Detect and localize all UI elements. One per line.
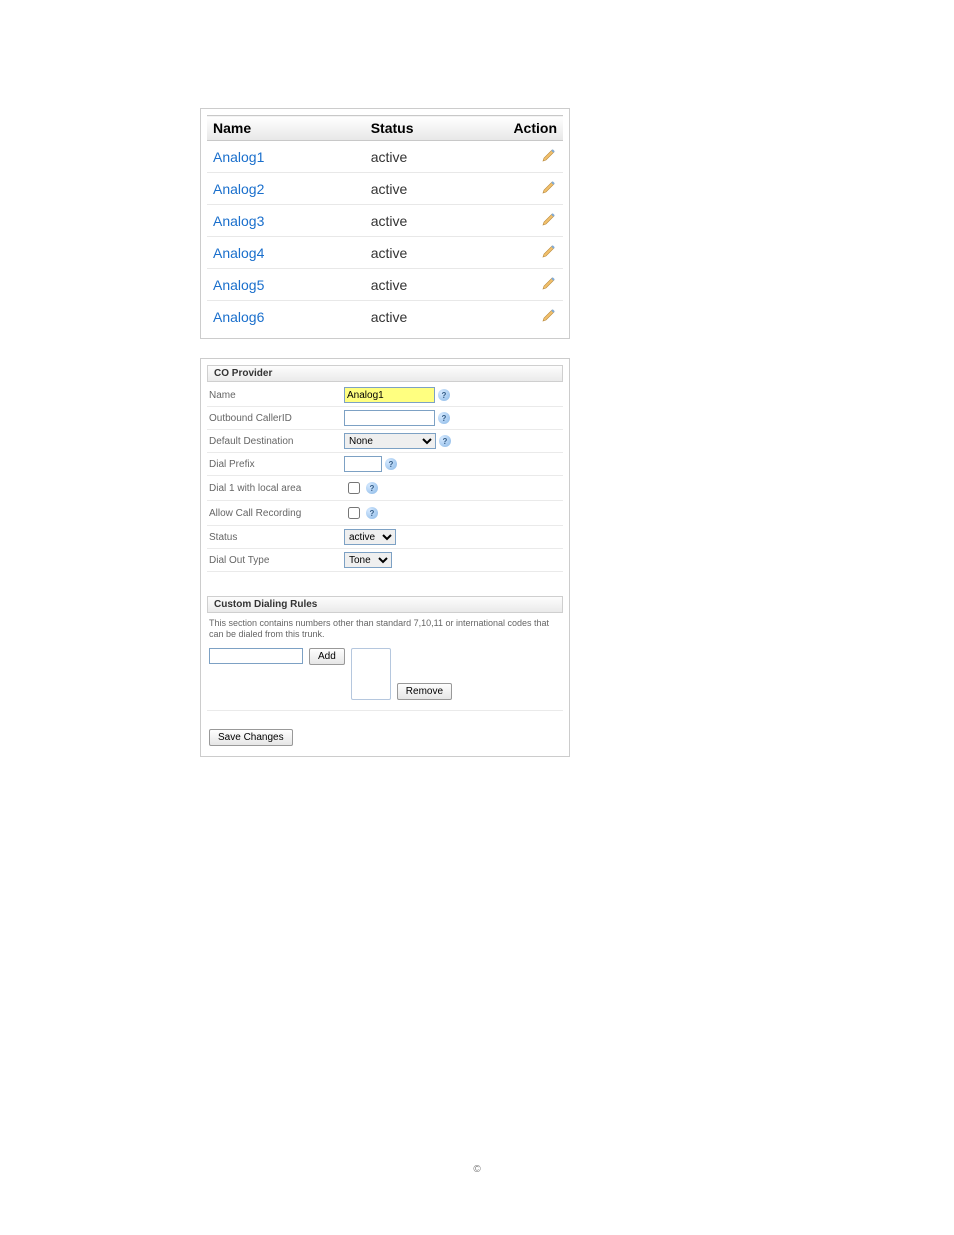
co-provider-header: CO Provider	[207, 365, 563, 382]
edit-icon[interactable]	[541, 243, 557, 259]
col-action: Action	[501, 116, 563, 141]
table-row: Analog2 active	[207, 173, 563, 205]
provider-status: active	[365, 173, 501, 205]
provider-status: active	[365, 141, 501, 173]
footer-copyright: ©	[0, 1164, 954, 1175]
co-provider-panel: CO Provider Name ? Outbound CallerID ? D…	[200, 358, 570, 757]
dial-prefix-input[interactable]	[344, 456, 382, 472]
label-name: Name	[207, 390, 344, 401]
label-dial1: Dial 1 with local area	[207, 483, 344, 494]
edit-icon[interactable]	[541, 275, 557, 291]
add-button[interactable]: Add	[309, 648, 345, 665]
row-status: Status active	[207, 526, 563, 549]
outbound-input[interactable]	[344, 410, 435, 426]
table-row: Analog3 active	[207, 205, 563, 237]
label-dialout: Dial Out Type	[207, 555, 344, 566]
table-row: Analog4 active	[207, 237, 563, 269]
row-dial1: Dial 1 with local area ?	[207, 476, 563, 501]
provider-status: active	[365, 237, 501, 269]
dialing-rules-section: Custom Dialing Rules This section contai…	[207, 596, 563, 711]
help-icon[interactable]: ?	[438, 389, 450, 401]
help-icon[interactable]: ?	[385, 458, 397, 470]
provider-status: active	[365, 301, 501, 333]
label-default-dest: Default Destination	[207, 436, 344, 447]
allow-recording-checkbox[interactable]	[348, 507, 360, 519]
table-header-row: Name Status Action	[207, 116, 563, 141]
help-icon[interactable]: ?	[366, 482, 378, 494]
label-dial-prefix: Dial Prefix	[207, 459, 344, 470]
provider-status: active	[365, 269, 501, 301]
providers-panel: Name Status Action Analog1 active Analog…	[200, 108, 570, 339]
provider-name-link[interactable]: Analog3	[207, 205, 365, 237]
default-dest-select[interactable]: None	[344, 433, 436, 449]
dial1-checkbox[interactable]	[348, 482, 360, 494]
dialing-rules-list[interactable]	[351, 648, 391, 700]
status-select[interactable]: active	[344, 529, 396, 545]
provider-name-link[interactable]: Analog2	[207, 173, 365, 205]
help-icon[interactable]: ?	[366, 507, 378, 519]
row-name: Name ?	[207, 384, 563, 407]
help-icon[interactable]: ?	[439, 435, 451, 447]
provider-name-link[interactable]: Analog6	[207, 301, 365, 333]
row-dial-prefix: Dial Prefix ?	[207, 453, 563, 476]
row-allow-recording: Allow Call Recording ?	[207, 501, 563, 526]
dialing-rules-header: Custom Dialing Rules	[207, 596, 563, 613]
table-row: Analog6 active	[207, 301, 563, 333]
edit-icon[interactable]	[541, 307, 557, 323]
table-row: Analog5 active	[207, 269, 563, 301]
dialing-rules-controls: Add Remove	[207, 646, 563, 711]
col-name: Name	[207, 116, 365, 141]
col-status: Status	[365, 116, 501, 141]
provider-name-link[interactable]: Analog1	[207, 141, 365, 173]
label-outbound: Outbound CallerID	[207, 413, 344, 424]
dialing-rules-desc: This section contains numbers other than…	[207, 615, 563, 646]
row-outbound: Outbound CallerID ?	[207, 407, 563, 430]
label-status: Status	[207, 532, 344, 543]
row-dialout: Dial Out Type Tone	[207, 549, 563, 572]
remove-button[interactable]: Remove	[397, 683, 452, 700]
table-row: Analog1 active	[207, 141, 563, 173]
provider-name-link[interactable]: Analog4	[207, 237, 365, 269]
provider-status: active	[365, 205, 501, 237]
dialing-rule-input[interactable]	[209, 648, 303, 664]
row-default-dest: Default Destination None ?	[207, 430, 563, 453]
help-icon[interactable]: ?	[438, 412, 450, 424]
save-changes-button[interactable]: Save Changes	[209, 729, 293, 746]
dialout-select[interactable]: Tone	[344, 552, 392, 568]
edit-icon[interactable]	[541, 179, 557, 195]
name-input[interactable]	[344, 387, 435, 403]
label-allow-recording: Allow Call Recording	[207, 508, 344, 519]
provider-name-link[interactable]: Analog5	[207, 269, 365, 301]
providers-table: Name Status Action Analog1 active Analog…	[207, 115, 563, 332]
edit-icon[interactable]	[541, 147, 557, 163]
edit-icon[interactable]	[541, 211, 557, 227]
